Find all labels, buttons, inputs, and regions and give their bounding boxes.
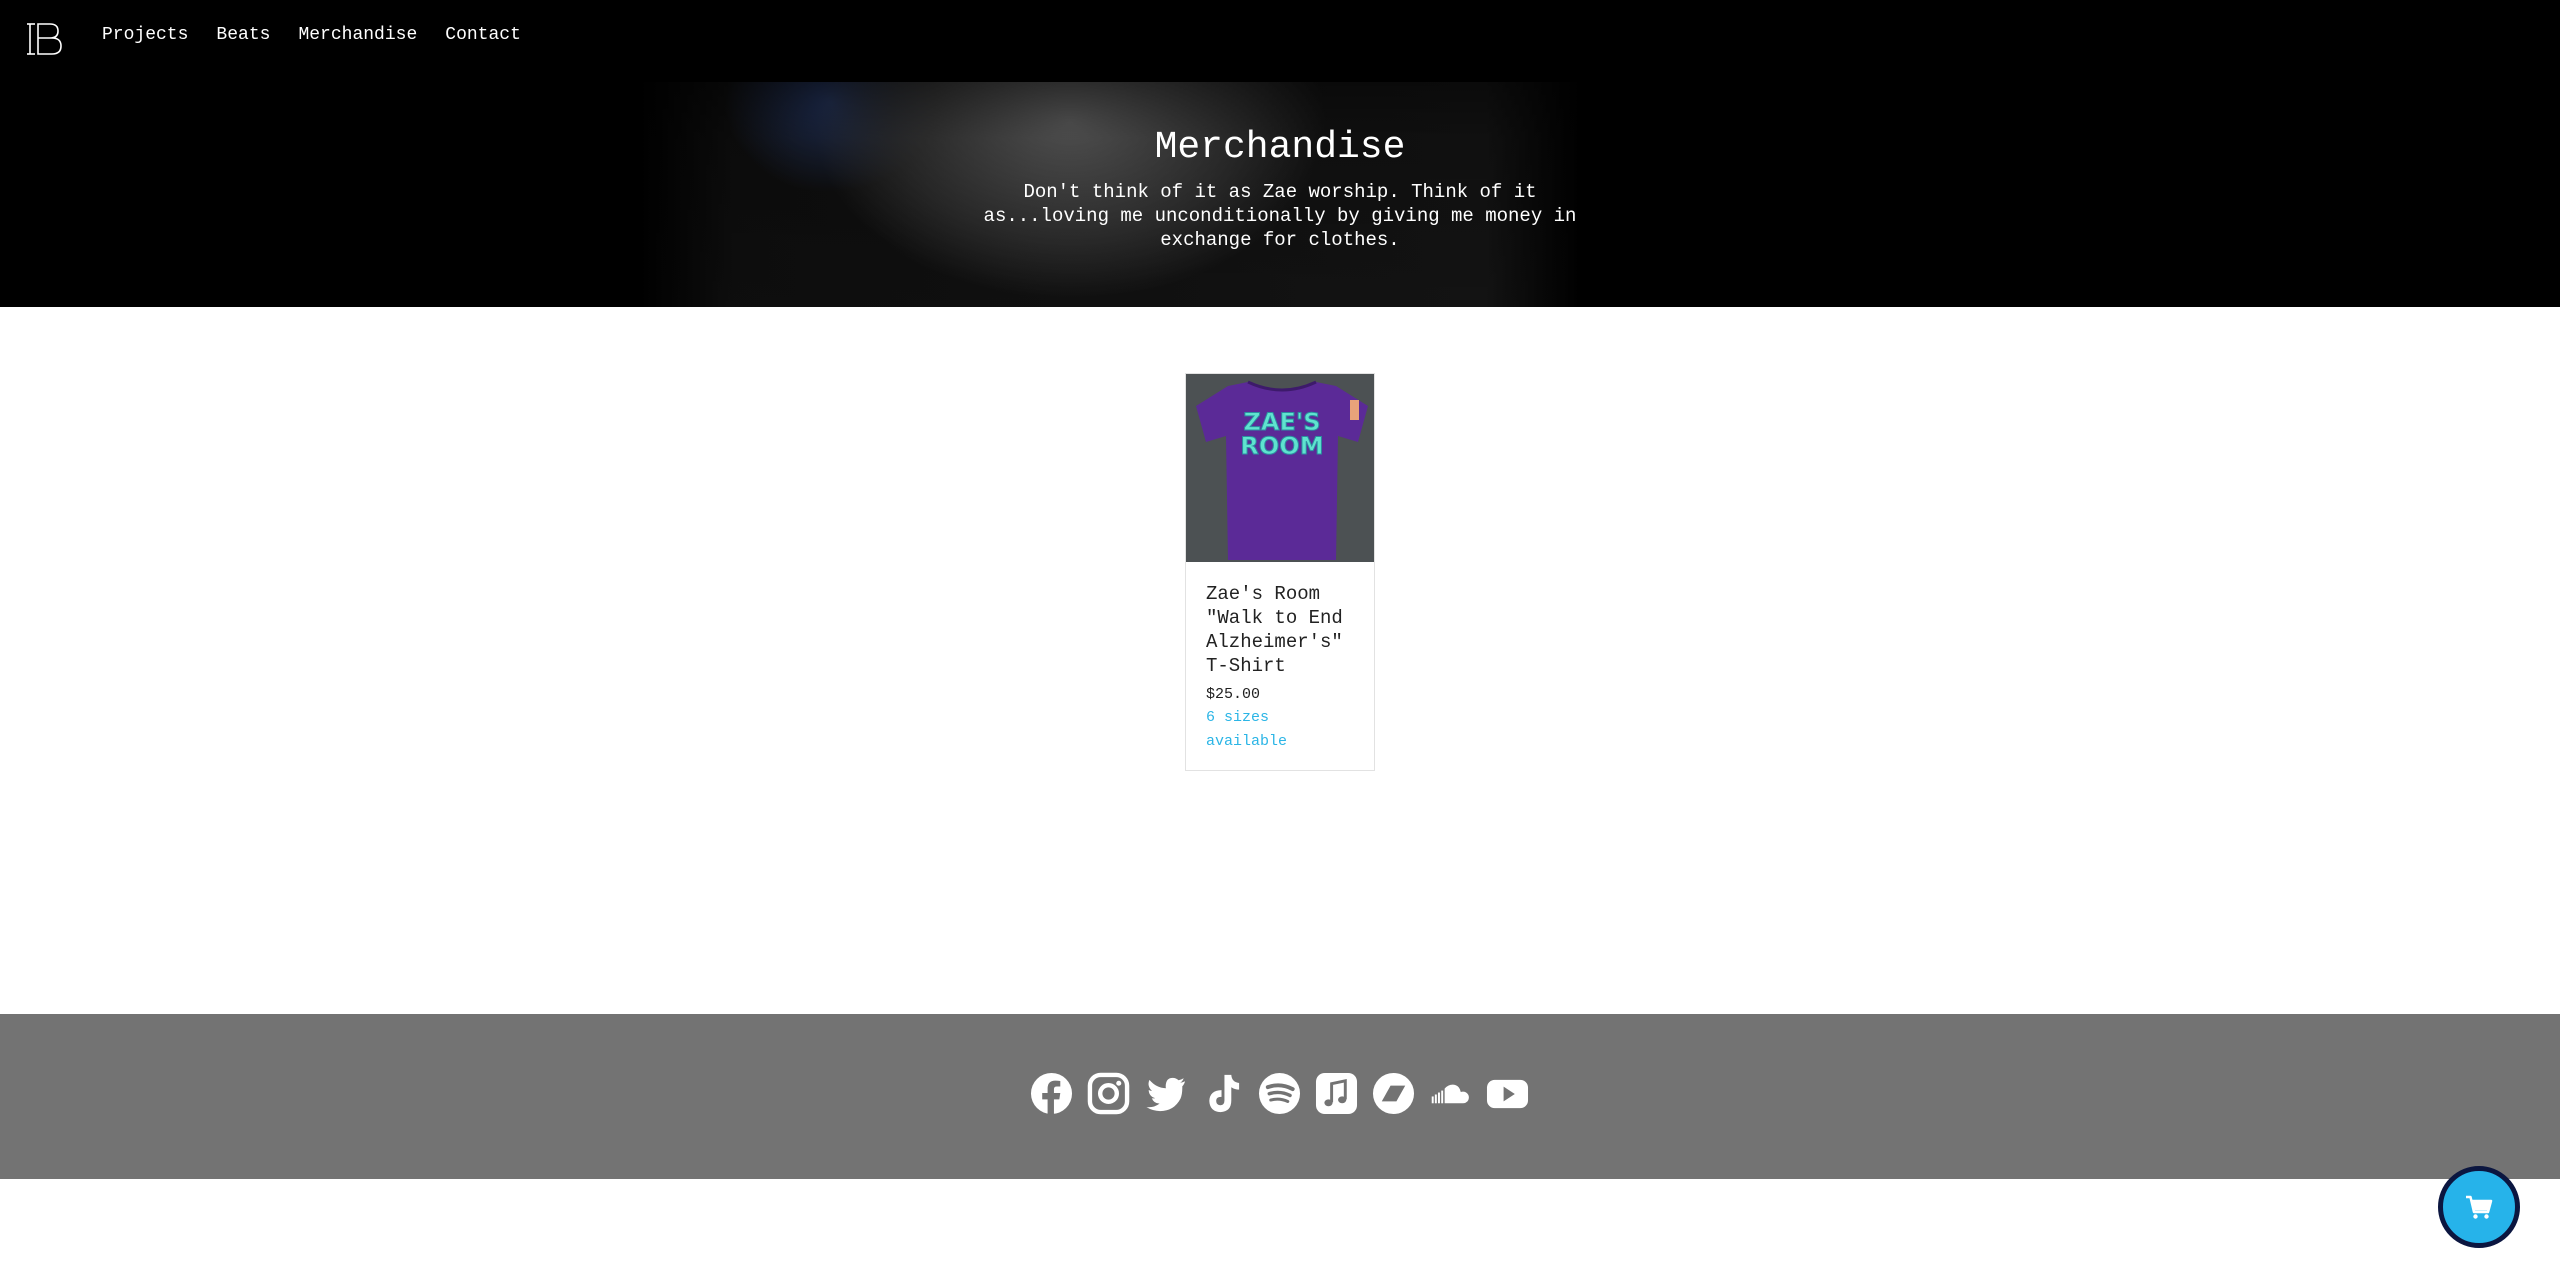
svg-text:ROOM: ROOM	[1240, 432, 1323, 460]
product-price: $25.00	[1206, 686, 1261, 703]
twitter-icon[interactable]	[1144, 1072, 1187, 1115]
cart-button[interactable]	[2438, 1166, 2520, 1248]
soundcloud-icon[interactable]	[1429, 1072, 1472, 1115]
social-links	[1030, 1071, 1529, 1115]
apple-music-icon[interactable]	[1315, 1072, 1358, 1115]
page-subtitle: Don't think of it as Zae worship. Think …	[983, 181, 1577, 251]
product-image[interactable]: ZAE'S ROOM	[1186, 374, 1374, 562]
page-title: Merchandise	[1154, 126, 1406, 169]
tshirt-image: ZAE'S ROOM	[1196, 380, 1368, 560]
nav-link-contact[interactable]: Contact	[445, 25, 521, 45]
nav-link-projects[interactable]: Projects	[102, 25, 188, 45]
top-navbar: Projects Beats Merchandise Contact	[0, 0, 2560, 74]
nav-links: Projects Beats Merchandise Contact	[102, 25, 521, 45]
logo[interactable]	[26, 21, 64, 57]
tiktok-icon[interactable]	[1201, 1072, 1244, 1115]
instagram-icon[interactable]	[1087, 1072, 1130, 1115]
product-name[interactable]: Zae's Room "Walk to End Alzheimer's" T-S…	[1206, 582, 1354, 678]
nav-link-merchandise[interactable]: Merchandise	[298, 25, 417, 45]
product-sizes[interactable]: 6 sizes available	[1206, 706, 1354, 754]
product-card[interactable]: ZAE'S ROOM Zae's Room "Walk to End Alzhe…	[1185, 373, 1375, 771]
bandcamp-icon[interactable]	[1372, 1072, 1415, 1115]
spotify-icon[interactable]	[1258, 1072, 1301, 1115]
shopping-cart-icon	[2466, 1195, 2493, 1219]
facebook-icon[interactable]	[1030, 1072, 1073, 1115]
nav-link-beats[interactable]: Beats	[216, 25, 270, 45]
youtube-icon[interactable]	[1486, 1072, 1529, 1115]
